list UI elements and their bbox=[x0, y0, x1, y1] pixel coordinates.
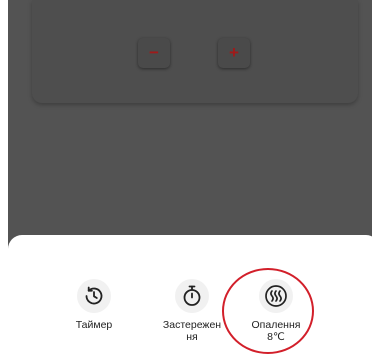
warning-button[interactable]: Застереження bbox=[152, 279, 232, 343]
heating-icon bbox=[259, 279, 293, 313]
left-edge bbox=[0, 0, 8, 361]
decrease-button[interactable]: − bbox=[138, 38, 170, 68]
heating-button[interactable]: Опалення 8℃ bbox=[236, 279, 316, 343]
stopwatch-icon bbox=[175, 279, 209, 313]
bottom-sheet: Таймер Застереження Опалення 8℃ bbox=[8, 235, 380, 361]
timer-button[interactable]: Таймер bbox=[54, 279, 134, 331]
timer-icon bbox=[77, 279, 111, 313]
timer-label: Таймер bbox=[75, 319, 113, 331]
increase-button[interactable]: + bbox=[218, 38, 250, 68]
heating-label: Опалення bbox=[251, 319, 301, 331]
screen: − + Таймер Застереження Опалення 8℃ bbox=[0, 0, 380, 361]
warning-label: Застереження bbox=[162, 319, 222, 343]
heating-temperature: 8℃ bbox=[267, 331, 285, 343]
temperature-control-card: − + bbox=[32, 0, 358, 103]
